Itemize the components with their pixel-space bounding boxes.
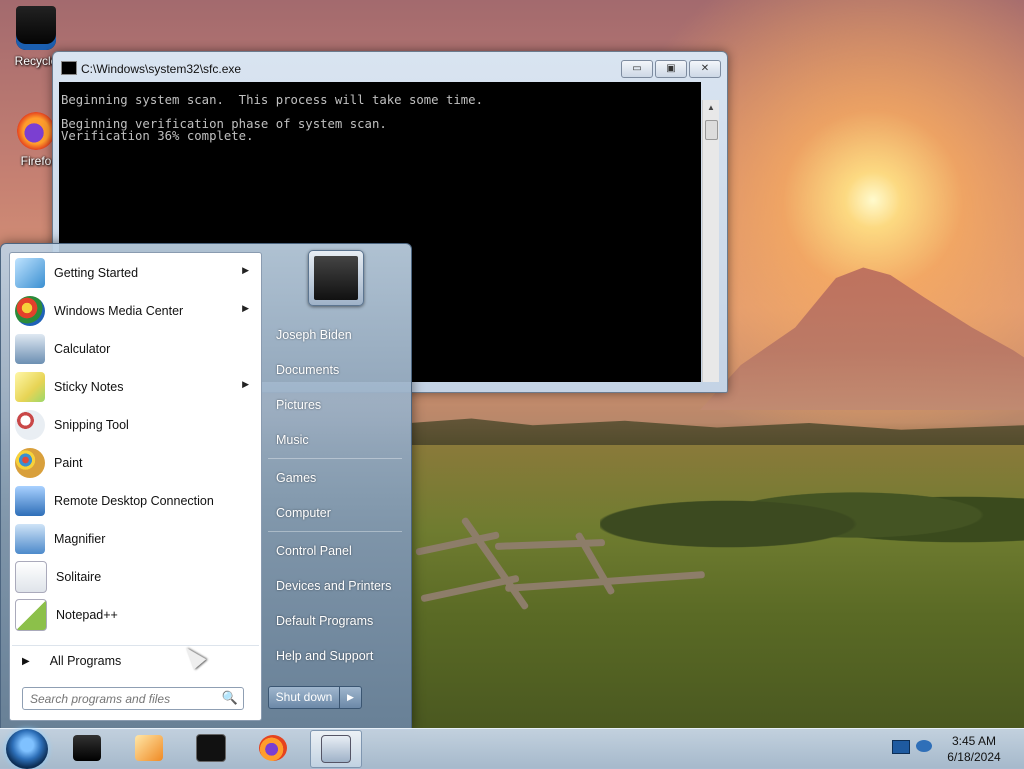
right-item-computer[interactable]: Computer	[276, 506, 331, 520]
shutdown-options-arrow-icon[interactable]: ▶	[340, 692, 361, 703]
program-label: Solitaire	[56, 570, 102, 584]
program-label: Calculator	[54, 342, 111, 356]
console-line: Beginning system scan. This process will…	[61, 93, 483, 107]
program-getting-started[interactable]: Getting Started ▶	[12, 255, 259, 291]
paint-icon	[15, 448, 45, 478]
desktop-icon-label: Recycle	[14, 54, 58, 68]
start-menu-programs-pane: Getting Started ▶ Windows Media Center ▶…	[9, 252, 262, 721]
taskbar-media-player[interactable]	[124, 730, 174, 766]
right-item-documents[interactable]: Documents	[276, 363, 339, 377]
vertical-scrollbar[interactable]: ▲	[702, 100, 719, 382]
divider	[268, 458, 402, 459]
network-tray-icon[interactable]	[892, 740, 910, 754]
wallpaper-mountain	[700, 267, 1024, 410]
divider	[268, 531, 402, 532]
console-line: Verification 36% complete.	[61, 129, 254, 143]
sticky-notes-icon	[15, 372, 45, 402]
submenu-arrow-icon[interactable]: ▶	[242, 379, 249, 390]
shutdown-button[interactable]: Shut down	[269, 687, 340, 708]
firefox-icon	[259, 735, 287, 761]
program-label: Snipping Tool	[54, 418, 129, 432]
submenu-arrow-icon[interactable]: ▶	[242, 265, 249, 276]
user-avatar-image	[314, 256, 358, 300]
wallpaper-bushes	[600, 470, 1024, 560]
close-button[interactable]: ✕	[689, 60, 721, 78]
program-paint[interactable]: Paint	[12, 445, 259, 481]
search-input[interactable]	[28, 688, 222, 709]
all-programs-arrow-icon: ▶	[22, 655, 30, 667]
program-sticky-notes[interactable]: Sticky Notes ▶	[12, 369, 259, 405]
program-snipping-tool[interactable]: Snipping Tool	[12, 407, 259, 443]
start-search-box[interactable]: 🔍	[22, 687, 244, 710]
program-label: Sticky Notes	[54, 380, 124, 394]
scroll-up-arrow-icon[interactable]: ▲	[703, 100, 719, 116]
right-item-default-programs[interactable]: Default Programs	[276, 614, 373, 628]
program-label: Magnifier	[54, 532, 106, 546]
program-magnifier[interactable]: Magnifier	[12, 521, 259, 557]
taskbar-app-1[interactable]	[62, 730, 112, 766]
program-label: Paint	[54, 456, 83, 470]
minimize-button[interactable]: ▭	[621, 60, 653, 78]
cmd-window-title: C:\Windows\system32\sfc.exe	[81, 62, 242, 76]
right-item-devices-and-printers[interactable]: Devices and Printers	[276, 579, 391, 593]
right-item-user[interactable]: Joseph Biden	[276, 328, 352, 342]
user-account-picture[interactable]	[308, 250, 364, 306]
windows-media-center-icon	[15, 296, 45, 326]
clock-date: 6/18/2024	[947, 750, 1001, 764]
program-remote-desktop-connection[interactable]: Remote Desktop Connection	[12, 483, 259, 519]
right-item-control-panel[interactable]: Control Panel	[276, 544, 352, 558]
window-controls: ▭ ▣ ✕	[621, 60, 721, 78]
desktop-icon-label: Firefo	[20, 154, 52, 168]
calculator-icon	[15, 334, 45, 364]
scroll-thumb[interactable]	[705, 120, 718, 140]
all-programs-label: All Programs	[49, 654, 122, 668]
media-player-icon	[135, 735, 163, 761]
clock-time: 3:45 AM	[951, 734, 997, 748]
taskbar-clock[interactable]: 3:45 AM 6/18/2024	[936, 733, 1012, 765]
connection-status-tray-icon[interactable]	[916, 740, 932, 752]
program-label: Remote Desktop Connection	[54, 494, 214, 508]
cmd-app-icon[interactable]	[61, 61, 77, 75]
getting-started-icon	[15, 258, 45, 288]
dark-box-icon	[73, 735, 101, 761]
magnifier-icon	[15, 524, 45, 554]
program-label: Notepad++	[56, 608, 118, 622]
remote-desktop-icon	[15, 486, 45, 516]
notepadpp-icon	[15, 599, 47, 631]
maximize-button[interactable]: ▣	[655, 60, 687, 78]
right-item-help-and-support[interactable]: Help and Support	[276, 649, 373, 663]
command-window-icon	[321, 735, 351, 763]
firefox-icon	[17, 112, 55, 150]
program-calculator[interactable]: Calculator	[12, 331, 259, 367]
taskbar-cmd-active[interactable]	[310, 730, 362, 768]
right-item-music[interactable]: Music	[276, 433, 309, 447]
program-label: Windows Media Center	[54, 304, 184, 318]
all-programs-button[interactable]: ▶ All Programs	[12, 645, 259, 676]
snipping-tool-icon	[15, 410, 45, 440]
wallpaper-treeline	[410, 418, 1024, 450]
right-item-games[interactable]: Games	[276, 471, 316, 485]
shutdown-button-group: Shut down ▶	[268, 686, 362, 709]
program-label: Getting Started	[54, 266, 139, 280]
program-solitaire[interactable]: Solitaire	[12, 559, 259, 595]
recycle-bin-icon	[16, 6, 56, 50]
submenu-arrow-icon[interactable]: ▶	[242, 303, 249, 314]
terminal-icon	[196, 734, 226, 762]
taskbar-terminal[interactable]	[186, 730, 236, 766]
right-item-pictures[interactable]: Pictures	[276, 398, 321, 412]
program-windows-media-center[interactable]: Windows Media Center ▶	[12, 293, 259, 329]
taskbar-firefox[interactable]	[248, 730, 298, 766]
solitaire-icon	[15, 561, 47, 593]
start-button-orb-icon[interactable]	[6, 729, 48, 769]
program-notepadpp[interactable]: Notepad++	[12, 597, 259, 633]
search-icon[interactable]: 🔍	[222, 690, 238, 706]
